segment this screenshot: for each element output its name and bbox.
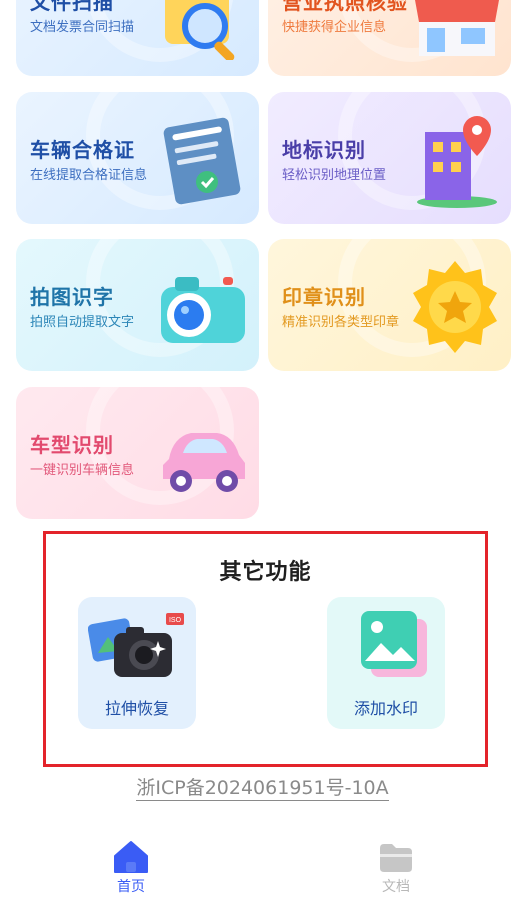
folder-icon bbox=[380, 844, 412, 872]
other-functions-panel: 其它功能 ISO 拉伸恢复 添加水印 bbox=[43, 531, 488, 767]
home-icon bbox=[114, 841, 148, 873]
iso-badge: ISO bbox=[169, 617, 182, 624]
card-subtitle: 文档发票合同扫描 bbox=[30, 20, 135, 35]
section-heading: 其它功能 bbox=[219, 560, 312, 585]
tool-stretch-restore[interactable]: ISO 拉伸恢复 bbox=[78, 597, 196, 729]
card-file-scan[interactable]: 文件扫描 文档发票合同扫描 bbox=[16, 0, 259, 76]
card-subtitle: 拍照自动提取文字 bbox=[30, 315, 135, 330]
bottom-tab-bar: 首页 文档 bbox=[0, 830, 525, 900]
tool-label: 拉伸恢复 bbox=[104, 699, 169, 718]
certificate-scroll-icon bbox=[163, 117, 241, 205]
tab-documents[interactable]: 文档 bbox=[356, 840, 436, 896]
card-license-verify[interactable]: 营业执照核验 快捷获得企业信息 bbox=[268, 0, 511, 76]
card-photo-ocr[interactable]: 拍图识字 拍照自动提取文字 bbox=[16, 239, 259, 371]
card-car-model-recognition[interactable]: 车型识别 一键识别车辆信息 bbox=[16, 387, 259, 519]
card-title: 文件扫描 bbox=[30, 0, 114, 14]
card-title: 车辆合格证 bbox=[30, 138, 135, 162]
card-title: 地标识别 bbox=[282, 138, 366, 162]
image-gallery-icon bbox=[361, 611, 427, 677]
building-location-icon bbox=[417, 116, 497, 208]
card-subtitle: 轻松识别地理位置 bbox=[282, 168, 387, 183]
card-title: 印章识别 bbox=[282, 285, 366, 309]
tab-label: 文档 bbox=[382, 879, 410, 895]
tool-add-watermark[interactable]: 添加水印 bbox=[327, 597, 445, 729]
card-vehicle-certificate[interactable]: 车辆合格证 在线提取合格证信息 bbox=[16, 92, 259, 224]
card-landmark-recognition[interactable]: 地标识别 轻松识别地理位置 bbox=[268, 92, 511, 224]
tab-home[interactable]: 首页 bbox=[91, 840, 171, 896]
magnifier-document-icon bbox=[165, 0, 235, 60]
camera-icon bbox=[161, 277, 245, 343]
card-subtitle: 在线提取合格证信息 bbox=[30, 168, 148, 183]
icp-record[interactable]: 浙ICP备2024061951号-10A bbox=[0, 773, 525, 801]
camera-photo-icon: ISO bbox=[88, 613, 184, 677]
card-title: 营业执照核验 bbox=[282, 0, 408, 14]
card-subtitle: 一键识别车辆信息 bbox=[30, 463, 135, 478]
card-title: 车型识别 bbox=[30, 433, 114, 457]
card-subtitle: 快捷获得企业信息 bbox=[282, 20, 387, 35]
card-subtitle: 精准识别各类型印章 bbox=[282, 315, 400, 330]
storefront-icon bbox=[415, 0, 499, 56]
icp-record-text[interactable]: 浙ICP备2024061951号-10A bbox=[136, 777, 389, 801]
seal-badge-icon bbox=[413, 261, 497, 353]
card-title: 拍图识字 bbox=[30, 285, 114, 309]
card-seal-recognition[interactable]: 印章识别 精准识别各类型印章 bbox=[268, 239, 511, 371]
tab-label: 首页 bbox=[117, 879, 145, 895]
tool-label: 添加水印 bbox=[353, 699, 418, 718]
car-icon bbox=[163, 433, 245, 492]
